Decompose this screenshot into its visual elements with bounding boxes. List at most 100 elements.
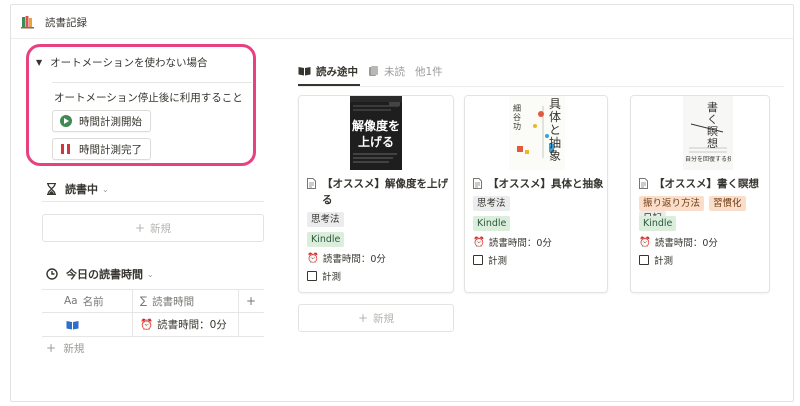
toggle-label: オートメーションを使わない場合: [50, 56, 208, 69]
toggle-triangle-icon[interactable]: ▼: [36, 58, 42, 67]
text-type-icon: Aa: [64, 295, 78, 307]
card-title[interactable]: 【オススメ】解像度を上げる: [307, 176, 449, 208]
reading-time-value: 読書時間：0分: [322, 254, 386, 265]
plus-icon: +: [357, 311, 369, 325]
tab-reading-label: 読み途中: [316, 65, 358, 78]
alarm-clock-icon: ⏰: [639, 236, 651, 248]
cover-author: 細谷 功: [513, 104, 521, 131]
automation-toggle[interactable]: ▼ オートメーションを使わない場合: [36, 53, 207, 71]
tag-badge: 思考法: [473, 196, 510, 211]
top-bar: 読書記録: [11, 5, 793, 39]
divider: [298, 86, 784, 87]
today-view-title: 今日の読書時間: [66, 268, 143, 281]
books-stack-icon: [369, 65, 378, 76]
plus-icon: +: [46, 341, 57, 355]
checkbox-icon[interactable]: [639, 255, 649, 265]
column-total-label: 読書時間: [152, 295, 195, 308]
checkbox-icon[interactable]: [307, 271, 317, 281]
table-row[interactable]: ⏰ 読書時間：0分: [42, 313, 264, 337]
tags-row: 思考法: [307, 212, 349, 227]
book-card[interactable]: 解像度を上げる 【オススメ】解像度を上げる 思考法 Kindle ⏰ 読書時間：…: [298, 95, 454, 293]
tag-badge: Kindle: [307, 232, 345, 247]
measure-checkbox[interactable]: 計測: [473, 253, 507, 267]
divider: [52, 82, 252, 83]
usage-note: オートメーション停止後に利用すること: [54, 92, 243, 104]
stop-timer-label: 時間計測完了: [79, 143, 142, 156]
book-card[interactable]: 具体と抽象 細谷 功 【オススメ】具体と抽象 思考法 Kindle ⏰ 読書時間…: [464, 95, 608, 293]
measure-checkbox[interactable]: 計測: [639, 253, 673, 267]
tags-row: Kindle: [473, 216, 515, 231]
play-icon: [59, 115, 72, 128]
add-row-label: 新規: [63, 343, 85, 355]
book-icon: [66, 313, 79, 336]
total-cell[interactable]: ⏰ 読書時間：0分: [140, 313, 227, 336]
tag-badge: Kindle: [473, 216, 511, 231]
card-title-text: 【オススメ】書く瞑想: [654, 178, 759, 190]
reading-view-title: 読書中: [65, 183, 98, 196]
clock-icon: [46, 268, 58, 280]
card-title[interactable]: 【オススメ】具体と抽象: [473, 176, 604, 192]
gallery-new-button[interactable]: + 新規: [298, 304, 454, 332]
card-title-text: 【オススメ】具体と抽象: [488, 178, 604, 190]
chevron-down-icon[interactable]: ⌄: [147, 270, 154, 279]
new-item-label: 新規: [150, 222, 172, 235]
tag-badge: 振り返り方法: [639, 196, 705, 211]
alarm-clock-icon: ⏰: [140, 319, 154, 331]
tab-more-label: 他1件: [415, 65, 443, 78]
plus-icon: +: [134, 221, 146, 235]
reading-time-prop: ⏰ 読書時間：0分: [473, 235, 552, 250]
reading-time-prop: ⏰ 読書時間：0分: [639, 235, 718, 250]
add-row-button[interactable]: + 新規: [46, 341, 84, 356]
column-name-label: 名前: [82, 295, 104, 308]
add-column-button[interactable]: +: [246, 290, 256, 312]
alarm-clock-icon: ⏰: [473, 236, 485, 248]
cover-title: 具体と抽象: [549, 97, 562, 163]
tags-row: 思考法: [473, 196, 515, 211]
book-cover: 書く瞑想 自分を回復する技術: [631, 96, 769, 170]
tags-row: Kindle: [639, 216, 681, 231]
today-view-header[interactable]: 今日の読書時間 ⌄: [46, 266, 154, 282]
reading-time-value: 読書時間：0分: [488, 238, 552, 249]
tag-badge: 習慣化: [709, 196, 746, 211]
measure-checkbox[interactable]: 計測: [307, 269, 341, 283]
tab-unread[interactable]: 未読: [368, 64, 405, 79]
page-title: 読書記録: [45, 17, 87, 29]
checkbox-icon[interactable]: [473, 255, 483, 265]
tag-badge: Kindle: [639, 216, 677, 231]
tab-unread-label: 未読: [384, 65, 405, 78]
stop-timer-button[interactable]: 時間計測完了: [52, 138, 151, 160]
start-timer-button[interactable]: 時間計測開始: [52, 110, 151, 132]
plus-icon: +: [246, 294, 257, 308]
start-timer-label: 時間計測開始: [79, 115, 142, 128]
divider: [42, 201, 264, 202]
tag-badge: 思考法: [307, 212, 344, 227]
sum-icon: ∑: [140, 295, 148, 307]
column-total[interactable]: ∑ 読書時間: [140, 290, 194, 312]
book-cover: 具体と抽象 細谷 功: [465, 96, 607, 170]
measure-label: 計測: [488, 256, 508, 267]
view-tabs: 読み途中 未読 他1件: [298, 60, 453, 82]
gallery-new-label: 新規: [373, 312, 395, 325]
hourglass-icon: [47, 183, 56, 195]
reading-time-value: 読書時間：0分: [654, 238, 718, 249]
book-card[interactable]: 書く瞑想 自分を回復する技術 【オススメ】書く瞑想 振り返り方法 習慣化 日記 …: [630, 95, 770, 293]
document-icon: [639, 178, 648, 189]
new-item-button[interactable]: + 新規: [42, 214, 264, 242]
book-cover: 解像度を上げる: [299, 96, 453, 170]
cover-subtitle: 自分を回復する技術: [685, 156, 731, 163]
cover-title: 解像度を上げる: [352, 119, 401, 149]
chevron-down-icon[interactable]: ⌄: [102, 185, 109, 194]
measure-label: 計測: [654, 256, 674, 267]
card-title[interactable]: 【オススメ】書く瞑想: [639, 176, 759, 192]
reading-time-prop: ⏰ 読書時間：0分: [307, 251, 386, 266]
reading-view-header[interactable]: 読書中 ⌄: [46, 181, 109, 197]
tab-reading[interactable]: 読み途中: [298, 64, 358, 79]
pause-icon: [59, 143, 72, 156]
open-book-icon: [298, 67, 311, 76]
tab-more[interactable]: 他1件: [415, 64, 443, 79]
column-name[interactable]: Aa 名前: [64, 290, 104, 312]
card-title-text: 【オススメ】解像度を上げる: [322, 178, 448, 206]
document-icon: [307, 178, 316, 189]
document-icon: [473, 178, 482, 189]
tags-row: Kindle: [307, 232, 349, 247]
